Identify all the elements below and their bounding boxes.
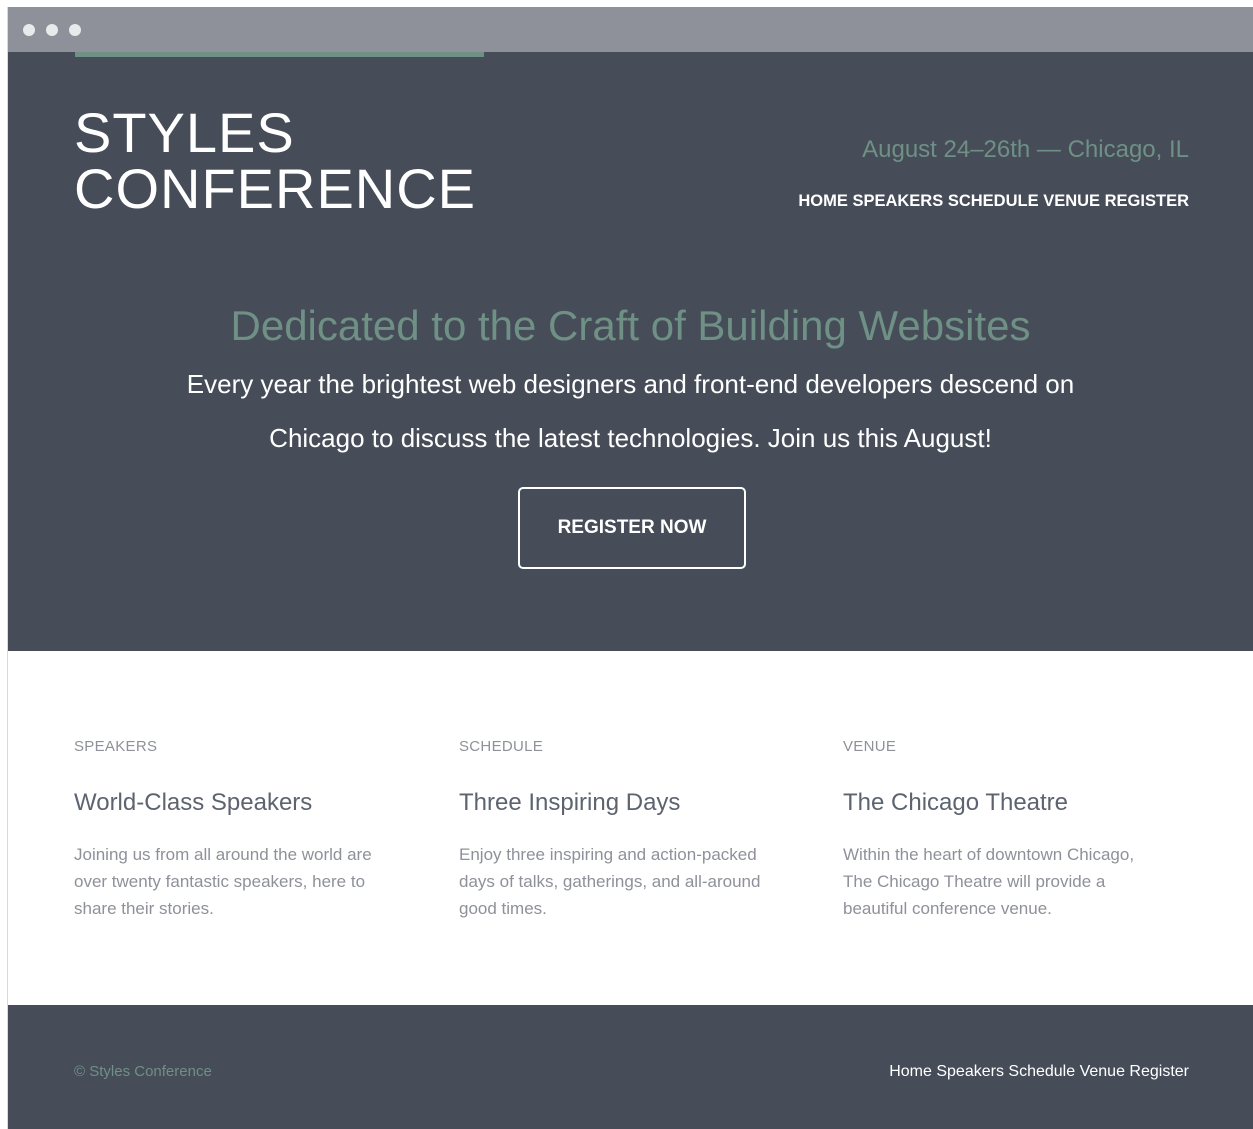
window-titlebar (8, 7, 1253, 52)
register-now-button[interactable]: REGISTER NOW (518, 487, 746, 569)
footer-nav-home[interactable]: Home (889, 1063, 932, 1080)
feature-body-line: days of talks, gatherings, and all-aroun… (459, 872, 761, 891)
feature-label: SCHEDULE (459, 738, 544, 755)
feature-speakers: SPEAKERS World-Class Speakers Joining us… (74, 738, 419, 922)
accent-bar (75, 52, 484, 57)
window-control-dot-icon[interactable] (69, 24, 81, 36)
feature-heading: World-Class Speakers (74, 789, 313, 816)
footer-nav-venue[interactable]: Venue (1080, 1063, 1125, 1080)
logo-line-2: CONFERENCE (74, 157, 477, 220)
hero-description: Every year the brightest web designers a… (8, 357, 1253, 465)
feature-body-line: Joining us from all around the world are (74, 845, 372, 864)
site-footer: © Styles Conference Home Speakers Schedu… (8, 1005, 1253, 1129)
nav-home[interactable]: HOME (798, 192, 848, 210)
footer-nav-register[interactable]: Register (1129, 1063, 1189, 1080)
feature-body: Enjoy three inspiring and action-packed … (459, 841, 804, 922)
event-tagline: August 24–26th — Chicago, IL (862, 136, 1189, 163)
feature-body-line: The Chicago Theatre will provide a (843, 872, 1106, 891)
hero-section: STYLES CONFERENCE August 24–26th — Chica… (8, 52, 1253, 651)
feature-body: Joining us from all around the world are… (74, 841, 419, 922)
hero-title: Dedicated to the Craft of Building Websi… (230, 302, 1031, 349)
site-logo[interactable]: STYLES CONFERENCE (74, 105, 476, 217)
primary-nav: HOME SPEAKERS SCHEDULE VENUE REGISTER (798, 192, 1189, 211)
feature-body-line: Within the heart of downtown Chicago, (843, 845, 1135, 864)
copyright-text: © Styles Conference (74, 1063, 212, 1080)
feature-body-line: share their stories. (74, 899, 214, 918)
logo-line-1: STYLES (74, 101, 295, 164)
feature-body-line: beautiful conference venue. (843, 899, 1052, 918)
nav-venue[interactable]: VENUE (1043, 192, 1100, 210)
feature-heading: The Chicago Theatre (843, 789, 1069, 816)
feature-body-line: Enjoy three inspiring and action-packed (459, 845, 757, 864)
footer-nav: Home Speakers Schedule Venue Register (889, 1063, 1189, 1081)
features-section: SPEAKERS World-Class Speakers Joining us… (8, 651, 1253, 1005)
feature-label: VENUE (843, 738, 897, 755)
feature-body-line: good times. (459, 899, 547, 918)
hero-text-line-1: Every year the brightest web designers a… (186, 369, 1075, 399)
feature-body-line: over twenty fantastic speakers, here to (74, 872, 366, 891)
footer-nav-speakers[interactable]: Speakers (936, 1063, 1004, 1080)
footer-nav-schedule[interactable]: Schedule (1008, 1063, 1075, 1080)
window-control-dot-icon[interactable] (46, 24, 58, 36)
browser-window: STYLES CONFERENCE August 24–26th — Chica… (7, 7, 1253, 1129)
nav-schedule[interactable]: SCHEDULE (948, 192, 1039, 210)
feature-heading: Three Inspiring Days (459, 789, 681, 816)
feature-label: SPEAKERS (74, 738, 158, 755)
nav-register[interactable]: REGISTER (1105, 192, 1189, 210)
feature-schedule: SCHEDULE Three Inspiring Days Enjoy thre… (459, 738, 804, 922)
nav-speakers[interactable]: SPEAKERS (852, 192, 943, 210)
hero-text-line-2: Chicago to discuss the latest technologi… (269, 423, 992, 453)
window-control-dot-icon[interactable] (23, 24, 35, 36)
feature-body: Within the heart of downtown Chicago, Th… (843, 841, 1188, 922)
feature-venue: VENUE The Chicago Theatre Within the hea… (843, 738, 1188, 922)
